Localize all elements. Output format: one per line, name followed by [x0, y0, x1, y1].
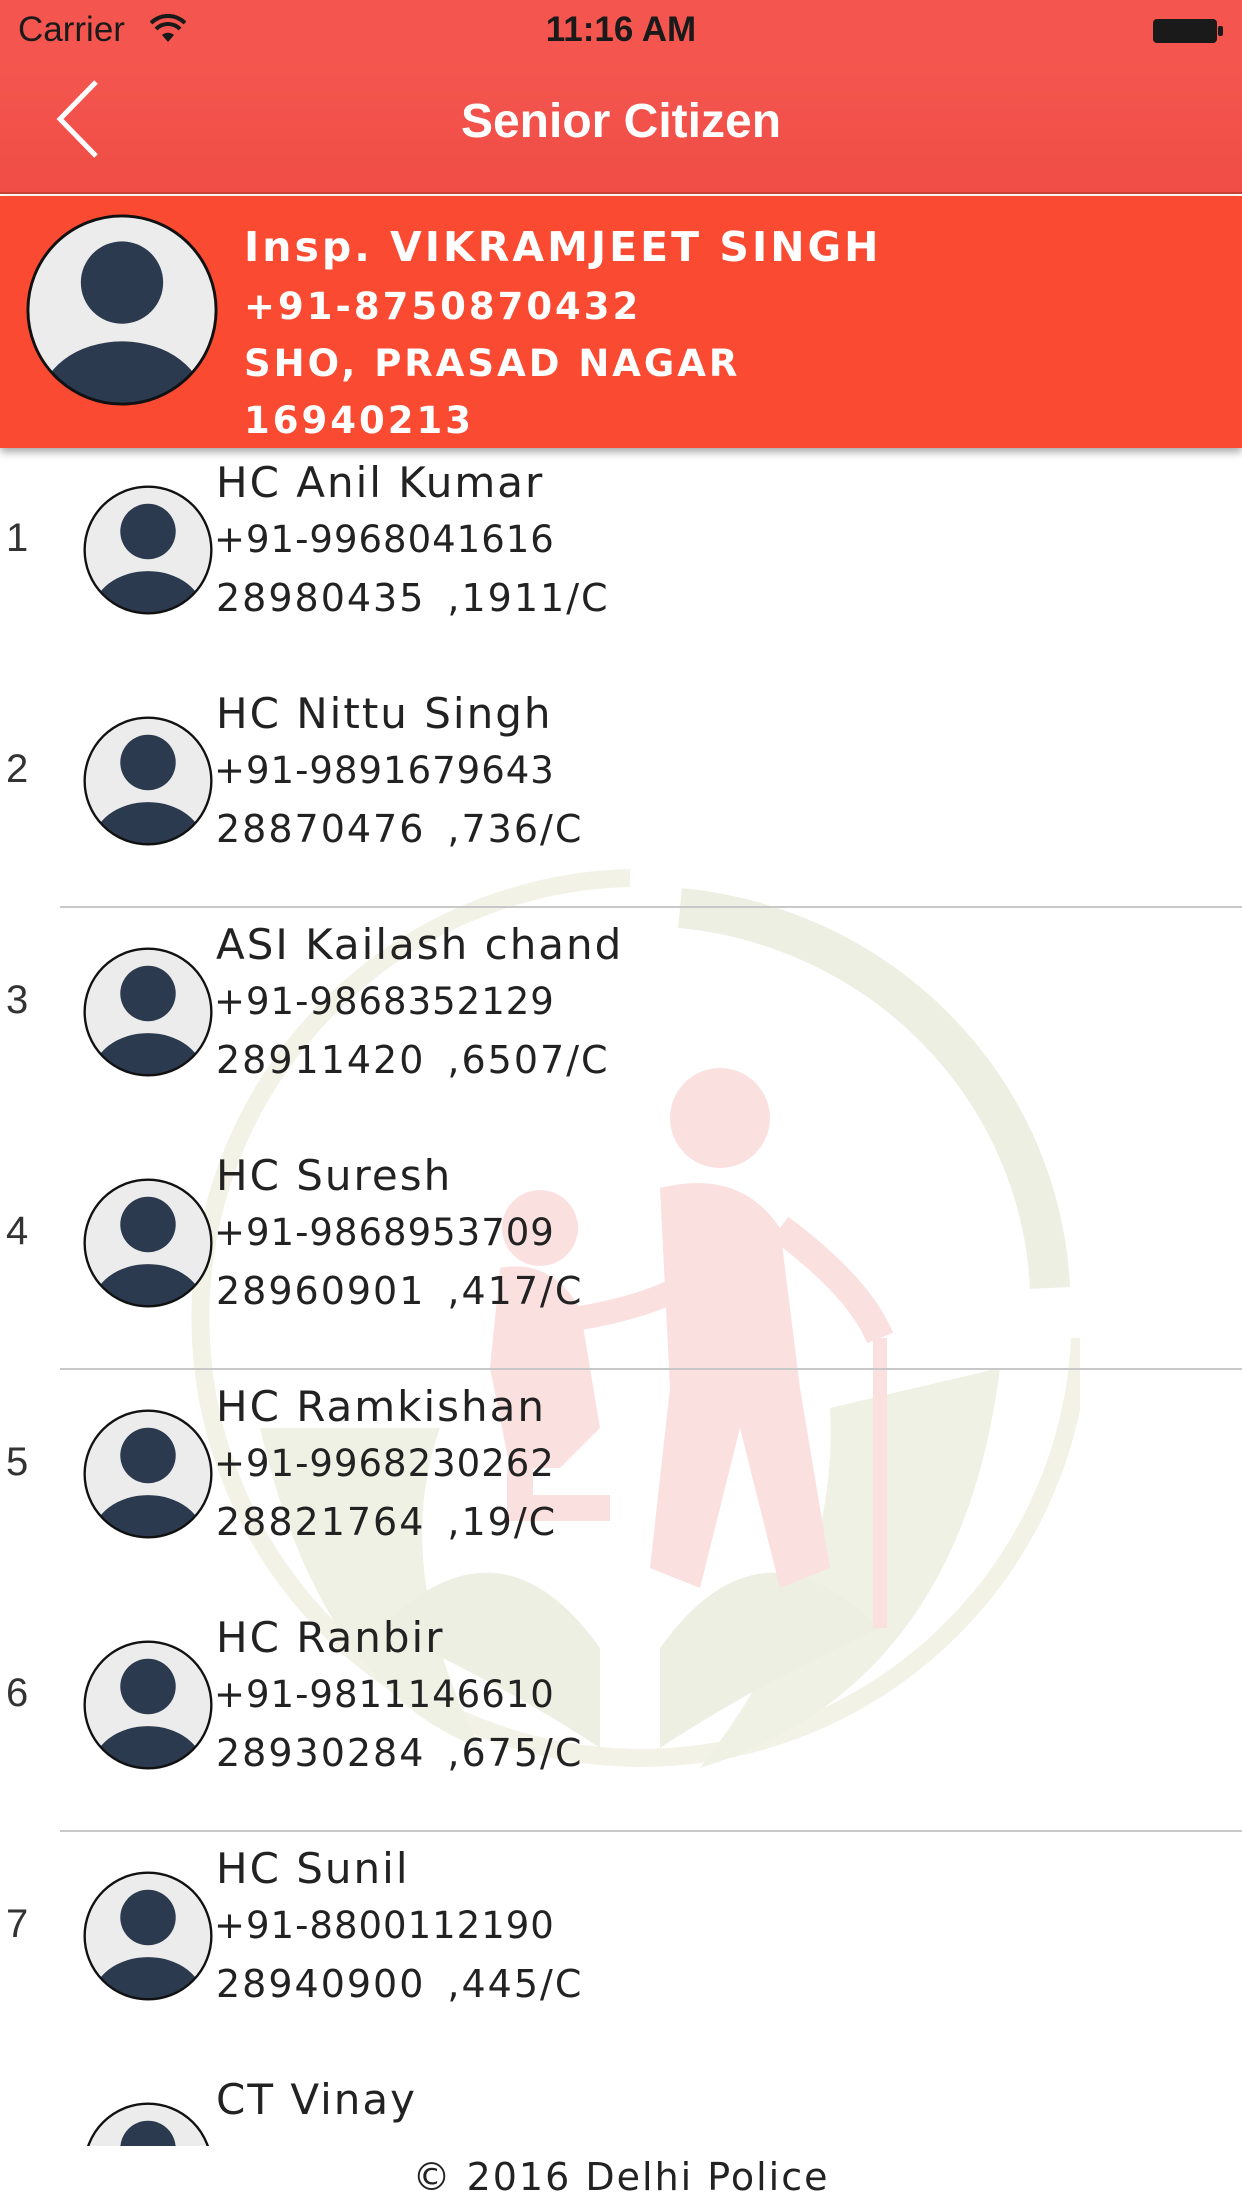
contact-row[interactable]: 6 HC Ranbir +91-9811146610 28930284 ,675/C	[0, 1603, 1242, 1834]
contact-row[interactable]: 5 HC Ramkishan +91-9968230262 28821764 ,19/C	[0, 1372, 1242, 1603]
contact-name: HC Ramkishan	[216, 1382, 547, 1431]
contact-row[interactable]: 1 HC Anil Kumar +91-9968041616 28980435 ,191…	[0, 448, 1242, 679]
contact-id: 28980435 ,1911/C	[216, 576, 610, 620]
contact-id: 28870476 ,736/C	[216, 807, 583, 851]
contact-row[interactable]: CT Vinay	[0, 2065, 1242, 2146]
contact-number: 28870476	[216, 807, 426, 851]
contact-number: 28911420	[216, 1038, 426, 1082]
avatar-icon	[83, 1871, 213, 2001]
battery-icon	[1153, 19, 1223, 43]
page-title: Senior Citizen	[460, 95, 782, 148]
contact-name: HC Nittu Singh	[216, 689, 553, 738]
contact-belt-number: ,1911/C	[447, 576, 610, 620]
contact-name: HC Anil Kumar	[216, 458, 545, 507]
avatar-icon	[83, 716, 213, 846]
contact-name: CT Vinay	[216, 2075, 418, 2124]
contact-number: 28930284	[216, 1731, 426, 1775]
contact-belt-number: ,6507/C	[447, 1038, 610, 1082]
contact-belt-number: ,675/C	[447, 1731, 584, 1775]
contact-belt-number: ,19/C	[447, 1500, 558, 1544]
contact-id: 28940900 ,445/C	[216, 1962, 583, 2006]
status-bar: Carrier 11:16 AM	[0, 0, 1242, 62]
officer-card[interactable]: Insp. VIKRAMJEET SINGH +91-8750870432 SH…	[0, 196, 1242, 448]
officer-details: Insp. VIKRAMJEET SINGH +91-8750870432 SH…	[244, 216, 881, 449]
officer-name: Insp. VIKRAMJEET SINGH	[244, 223, 882, 271]
contact-row[interactable]: 3 ASI Kailash chand +91-9868352129 28911420…	[0, 910, 1242, 1141]
contact-phone[interactable]: +91-9868953709	[214, 1211, 555, 1254]
contact-phone[interactable]: +91-9968230262	[214, 1442, 555, 1485]
contact-phone[interactable]: +91-9811146610	[214, 1673, 555, 1716]
row-index: 1	[6, 516, 29, 560]
contact-name: HC Sunil	[216, 1844, 410, 1893]
contact-phone[interactable]: +91-8800112190	[214, 1904, 555, 1947]
row-index: 6	[6, 1671, 29, 1715]
row-separator	[60, 906, 1242, 908]
avatar-icon	[83, 485, 213, 615]
avatar-icon	[83, 1640, 213, 1770]
contact-phone[interactable]: +91-9891679643	[214, 749, 555, 792]
officer-post: SHO, PRASAD NAGAR	[244, 342, 741, 385]
contact-belt-number: ,736/C	[447, 807, 584, 851]
row-index: 7	[6, 1902, 29, 1946]
contact-id: 28930284 ,675/C	[216, 1731, 583, 1775]
contact-belt-number: ,445/C	[447, 1962, 584, 2006]
contact-belt-number: ,417/C	[447, 1269, 584, 1313]
contact-id: 28911420 ,6507/C	[216, 1038, 610, 1082]
row-separator	[60, 1368, 1242, 1370]
contact-number: 28940900	[216, 1962, 426, 2006]
row-separator	[60, 1830, 1242, 1832]
contact-id: 28821764 ,19/C	[216, 1500, 557, 1544]
contact-id: 28960901 ,417/C	[216, 1269, 583, 1313]
contact-phone[interactable]: +91-9968041616	[214, 518, 555, 561]
avatar-icon	[83, 947, 213, 1077]
navigation-bar: Senior Citizen	[0, 62, 1242, 194]
contact-number: 28980435	[216, 576, 426, 620]
officer-phone[interactable]: +91-8750870432	[244, 278, 881, 335]
contact-row[interactable]: 2 HC Nittu Singh +91-9891679643 28870476 ,73…	[0, 679, 1242, 910]
contact-list[interactable]: 1 HC Anil Kumar +91-9968041616 28980435 ,191…	[0, 448, 1242, 2146]
avatar-icon	[83, 1409, 213, 1539]
contact-number: 28960901	[216, 1269, 426, 1313]
contact-row[interactable]: 7 HC Sunil +91-8800112190 28940900 ,445/C	[0, 1834, 1242, 2065]
avatar-icon	[86, 2102, 210, 2146]
row-index: 3	[6, 978, 29, 1022]
contact-name: HC Suresh	[216, 1151, 453, 1200]
officer-number: 16940213	[244, 399, 474, 442]
contact-number: 28821764	[216, 1500, 426, 1544]
row-index: 4	[6, 1209, 29, 1253]
row-index: 2	[6, 747, 29, 791]
contact-phone[interactable]: +91-9868352129	[214, 980, 555, 1023]
avatar-icon	[83, 1178, 213, 1308]
row-index: 5	[6, 1440, 29, 1484]
contact-name: ASI Kailash chand	[216, 920, 624, 969]
contact-name: HC Ranbir	[216, 1613, 445, 1662]
copyright-footer: © 2016 Delhi Police	[0, 2146, 1242, 2208]
avatar-icon	[26, 214, 218, 406]
contact-row[interactable]: 4 HC Suresh +91-9868953709 28960901 ,417/C	[0, 1141, 1242, 1372]
clock: 11:16 AM	[545, 10, 697, 49]
